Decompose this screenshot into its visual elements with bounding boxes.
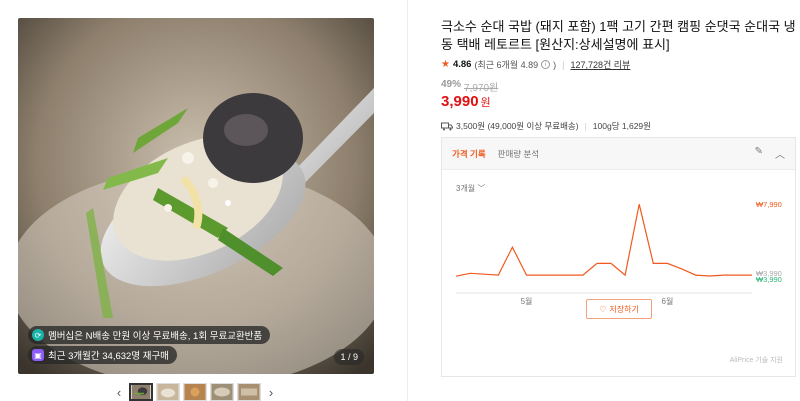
rating-row: ★ 4.86 (최근 6개월 4.89 i ) | 127,728건 리뷰: [441, 58, 630, 71]
thumbnail-3[interactable]: [183, 383, 207, 401]
repurchase-badge: ▣ 최근 3개월간 34,632명 재구매: [28, 346, 177, 364]
edit-icon[interactable]: ✎: [755, 146, 763, 161]
discount-rate: 49%: [441, 79, 462, 90]
save-button[interactable]: ♡ 저장하기: [586, 299, 652, 319]
product-page: ⟳ 멤버십은 N배송 만원 이상 무료배송, 1회 무료교환반품 ▣ 최근 3개…: [0, 0, 800, 401]
heart-icon: ♡: [599, 304, 607, 314]
x-tick-label: 5월: [521, 296, 533, 306]
price-row: 3,990 원: [441, 93, 491, 110]
price-history-panel: 가격 기록 판매량 분석 ✎ ︿ 3개월 ﹀ 5월 6월 ₩7,990 ₩3,990 ₩…: [441, 137, 796, 377]
price-line: [455, 204, 752, 277]
rating-value: 4.86: [452, 59, 472, 70]
separator: |: [562, 59, 565, 70]
sale-price: 3,990: [441, 93, 479, 110]
bag-icon: ▣: [32, 349, 44, 361]
membership-badge: ⟳ 멤버십은 N배송 만원 이상 무료배송, 1회 무료교환반품: [28, 326, 271, 344]
column-divider: [407, 0, 408, 401]
star-icon: ★: [441, 59, 450, 70]
aliprice-credit: AliPrice 기술 지원: [729, 357, 783, 364]
panel-header: 가격 기록 판매량 분석 ✎ ︿: [442, 138, 795, 170]
x-tick-label: 6월: [662, 296, 674, 306]
tab-sales-analysis[interactable]: 판매량 분석: [498, 148, 539, 160]
thumbnail-2[interactable]: [156, 383, 180, 401]
product-title: 극소수 순대 국밥 (돼지 포함) 1팩 고기 간편 캠핑 순댓국 순대국 냉동…: [441, 19, 796, 52]
membership-badge-text: 멤버십은 N배송 만원 이상 무료배송, 1회 무료교환반품: [48, 331, 263, 342]
image-counter: 1 / 9: [334, 349, 364, 365]
product-photo: [18, 18, 374, 374]
review-count-link[interactable]: 127,728건 리뷰: [570, 58, 630, 71]
save-button-label: 저장하기: [609, 304, 639, 314]
thumbnail-strip: ‹ ›: [112, 383, 278, 401]
chevron-up-icon[interactable]: ︿: [775, 146, 785, 161]
max-price-label: ₩7,990: [756, 200, 782, 209]
tab-price-history[interactable]: 가격 기록: [452, 148, 486, 160]
original-price: 7,970원: [464, 83, 499, 94]
repurchase-badge-text: 최근 3개월간 34,632명 재구매: [48, 351, 169, 362]
prev-arrow-icon[interactable]: ‹: [112, 383, 126, 401]
price-chart: 5월 6월₩7,990₩3,990₩3,990: [455, 200, 782, 306]
price-unit: 원: [480, 97, 491, 109]
separator: |: [584, 121, 587, 131]
truck-icon: [441, 122, 453, 130]
discount-row: 49% 7,970원: [441, 79, 498, 94]
thumbnail-5[interactable]: [237, 383, 261, 401]
rating-recent: (최근 6개월 4.89: [474, 60, 539, 70]
next-arrow-icon[interactable]: ›: [264, 383, 278, 401]
product-image-gallery[interactable]: ⟳ 멤버십은 N배송 만원 이상 무료배송, 1회 무료교환반품 ▣ 최근 3개…: [18, 18, 374, 374]
min-price-label: ₩3,990: [756, 275, 782, 284]
membership-icon: ⟳: [32, 329, 44, 341]
shipping-row: 3,500원 (49,000원 이상 무료배송) | 100g당 1,629원: [441, 120, 651, 132]
shipping-fee: 3,500원 (49,000원 이상 무료배송): [456, 121, 579, 131]
rating-recent-close: ): [553, 59, 557, 70]
unit-price: 100g당 1,629원: [592, 121, 651, 131]
info-icon[interactable]: i: [541, 60, 551, 69]
thumbnail-4[interactable]: [210, 383, 234, 401]
header-icons: ✎ ︿: [755, 146, 785, 161]
thumbnail-1[interactable]: [129, 383, 153, 401]
